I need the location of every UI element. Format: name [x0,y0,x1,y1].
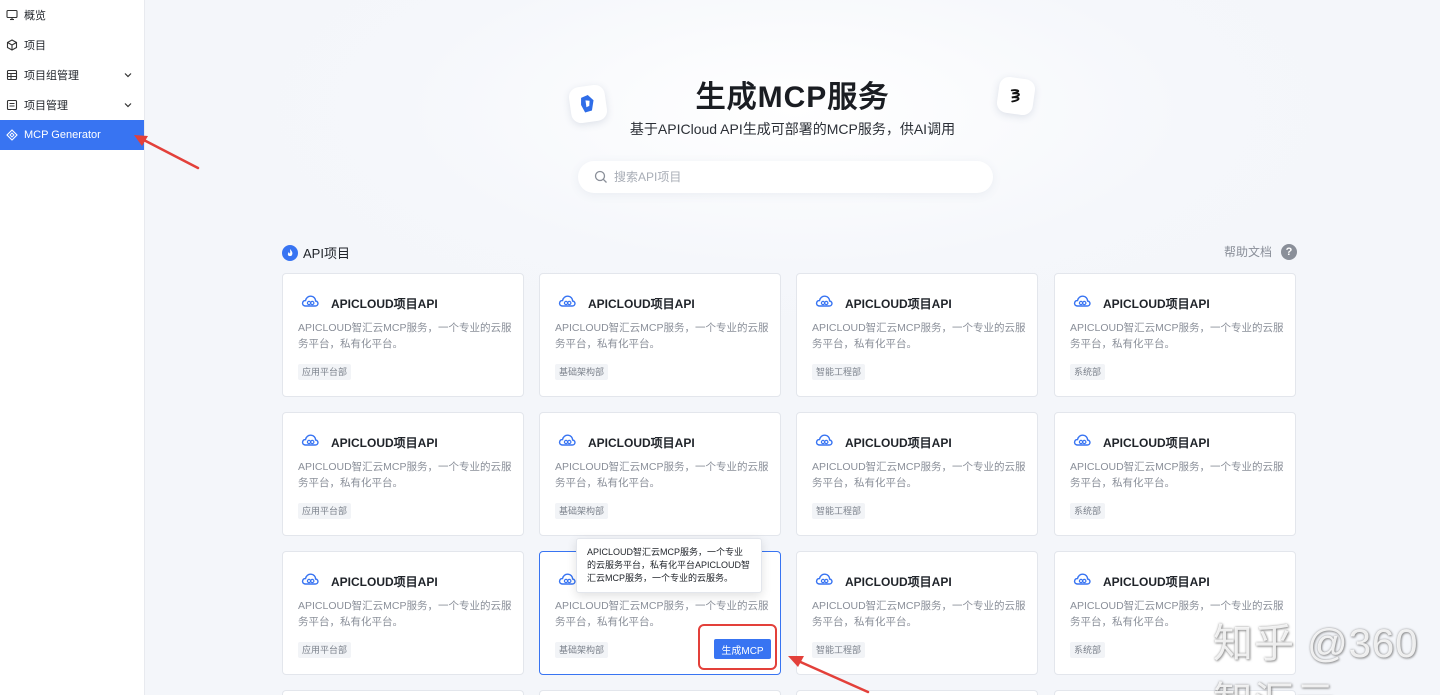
search-box [578,161,993,193]
partial-card [796,690,1038,695]
card-description: APICLOUD智汇云MCP服务，一个专业的云服务平台，私有化平台。 [555,322,769,350]
sidebar-item-mcp-generator[interactable]: MCP Generator [0,120,144,150]
cloud-logo-icon [301,293,319,309]
page-title: 生成MCP服务 [695,81,890,114]
department-tag: 系统部 [1070,364,1106,380]
cloud-logo-icon [815,571,833,587]
card-description: APICLOUD智汇云MCP服务，一个专业的云服务平台，私有化平台。 [812,461,1026,489]
card-title: APICLOUD项目API [331,297,438,311]
card-title: APICLOUD项目API [588,297,695,311]
api-project-card[interactable]: APICLOUD项目API APICLOUD智汇云MCP服务，一个专业的云服务平台… [282,412,524,536]
department-tag: 智能工程部 [812,364,866,380]
partial-card [1054,690,1296,695]
api-project-card[interactable]: APICLOUD项目API APICLOUD智汇云MCP服务，一个专业的云服务平台… [796,412,1038,536]
help-docs-link[interactable]: 帮助文档 ? [1224,243,1298,260]
card-description: APICLOUD智汇云MCP服务，一个专业的云服务平台，私有化平台。 [812,600,1026,628]
section-header: API项目 [282,243,350,262]
sidebar-item-project-group-management[interactable]: 项目组管理 [0,60,144,90]
monitor-icon [6,9,18,21]
sidebar-item-project-management[interactable]: 项目管理 [0,90,144,120]
card-title: APICLOUD项目API [588,436,695,450]
cloud-logo-icon [301,432,319,448]
cloud-logo-icon [1073,571,1091,587]
card-description: APICLOUD智汇云MCP服务，一个专业的云服务平台，私有化平台。 [1070,461,1284,489]
cloud-logo-icon [1073,293,1091,309]
cloud-logo-icon [815,432,833,448]
api-project-card[interactable]: APICLOUD项目API APICLOUD智汇云MCP服务，一个专业的云服务平台… [282,551,524,675]
cloud-logo-icon [558,293,576,309]
search-icon [594,170,607,183]
generate-mcp-button[interactable]: 生成MCP [714,639,771,659]
search-input[interactable] [614,170,974,184]
sidebar: 概览 项目 项目组管理 项目管理 MCP Generator [0,0,145,695]
card-title: APICLOUD项目API [331,436,438,450]
department-tag: 智能工程部 [812,642,866,658]
api-project-card[interactable]: APICLOUD项目API APICLOUD智汇云MCP服务，一个专业的云服务平台… [1054,412,1296,536]
card-description: APICLOUD智汇云MCP服务，一个专业的云服务平台，私有化平台。 [298,461,512,489]
department-tag: 基础架构部 [555,503,609,519]
card-description: APICLOUD智汇云MCP服务，一个专业的云服务平台，私有化平台。 [1070,600,1284,628]
sidebar-item-overview[interactable]: 概览 [0,0,144,30]
cloud-logo-icon [1073,432,1091,448]
api-project-card[interactable]: APICLOUD项目API APICLOUD智汇云MCP服务，一个专业的云服务平台… [539,273,781,397]
cloud-logo-icon [301,571,319,587]
card-title: APICLOUD项目API [1103,436,1210,450]
cloud-logo-icon [558,432,576,448]
cloud-logo-icon [558,571,576,587]
sidebar-item-label: 概览 [24,10,46,22]
cloud-logo-icon [815,293,833,309]
department-tag: 基础架构部 [555,364,609,380]
card-title: APICLOUD项目API [845,575,952,589]
api-project-card[interactable]: APICLOUD项目API APICLOUD智汇云MCP服务，一个专业的云服务平台… [796,551,1038,675]
table-icon [6,69,18,81]
help-docs-label: 帮助文档 [1224,245,1273,259]
department-tag: 智能工程部 [812,503,866,519]
card-description: APICLOUD智汇云MCP服务，一个专业的云服务平台，私有化平台。 [812,322,1026,350]
list-box-icon [6,99,18,111]
sidebar-item-label: 项目 [24,40,46,52]
card-title: APICLOUD项目API [845,436,952,450]
department-tag: 应用平台部 [298,503,352,519]
card-description: APICLOUD智汇云MCP服务，一个专业的云服务平台，私有化平台。 [298,600,512,628]
department-tag: 应用平台部 [298,364,352,380]
chevron-down-icon[interactable] [122,69,134,81]
mcp-icon [6,129,18,141]
sidebar-item-label: 项目组管理 [24,70,79,82]
card-title: APICLOUD项目API [845,297,952,311]
department-tag: 基础架构部 [555,642,609,658]
chevron-down-icon[interactable] [122,99,134,111]
cube-icon [6,39,18,51]
card-title: APICLOUD项目API [331,575,438,589]
description-tooltip: APICLOUD智汇云MCP服务，一个专业的云服务平台，私有化平台APICLOU… [576,538,762,593]
section-title: API项目 [303,246,350,261]
question-icon: ? [1281,243,1298,260]
api-project-card[interactable]: APICLOUD项目API APICLOUD智汇云MCP服务，一个专业的云服务平台… [1054,273,1296,397]
card-title: APICLOUD项目API [1103,575,1210,589]
card-description: APICLOUD智汇云MCP服务，一个专业的云服务平台，私有化平台。 [1070,322,1284,350]
api-project-card[interactable]: APICLOUD项目API APICLOUD智汇云MCP服务，一个专业的云服务平台… [539,412,781,536]
department-tag: 系统部 [1070,642,1106,658]
card-title: APICLOUD项目API [1103,297,1210,311]
sidebar-item-projects[interactable]: 项目 [0,30,144,60]
department-tag: 应用平台部 [298,642,352,658]
sidebar-item-label: MCP Generator [24,129,101,141]
api-project-card[interactable]: APICLOUD项目API APICLOUD智汇云MCP服务，一个专业的云服务平台… [796,273,1038,397]
partial-card [539,690,781,695]
api-project-card[interactable]: APICLOUD项目API APICLOUD智汇云MCP服务，一个专业的云服务平台… [282,273,524,397]
department-tag: 系统部 [1070,503,1106,519]
partial-card [282,690,524,695]
card-description: APICLOUD智汇云MCP服务，一个专业的云服务平台，私有化平台。 [298,322,512,350]
page-subtitle: 基于APICloud API生成可部署的MCP服务，供AI调用 [629,121,956,137]
main-content: 生成MCP服务 基于APICloud API生成可部署的MCP服务，供AI调用 … [145,0,1440,695]
api-project-card[interactable]: APICLOUD项目API APICLOUD智汇云MCP服务，一个专业的云服务平台… [1054,551,1296,675]
sidebar-item-label: 项目管理 [24,100,68,112]
fire-icon [282,244,298,261]
card-description: APICLOUD智汇云MCP服务，一个专业的云服务平台，私有化平台。 [555,461,769,489]
